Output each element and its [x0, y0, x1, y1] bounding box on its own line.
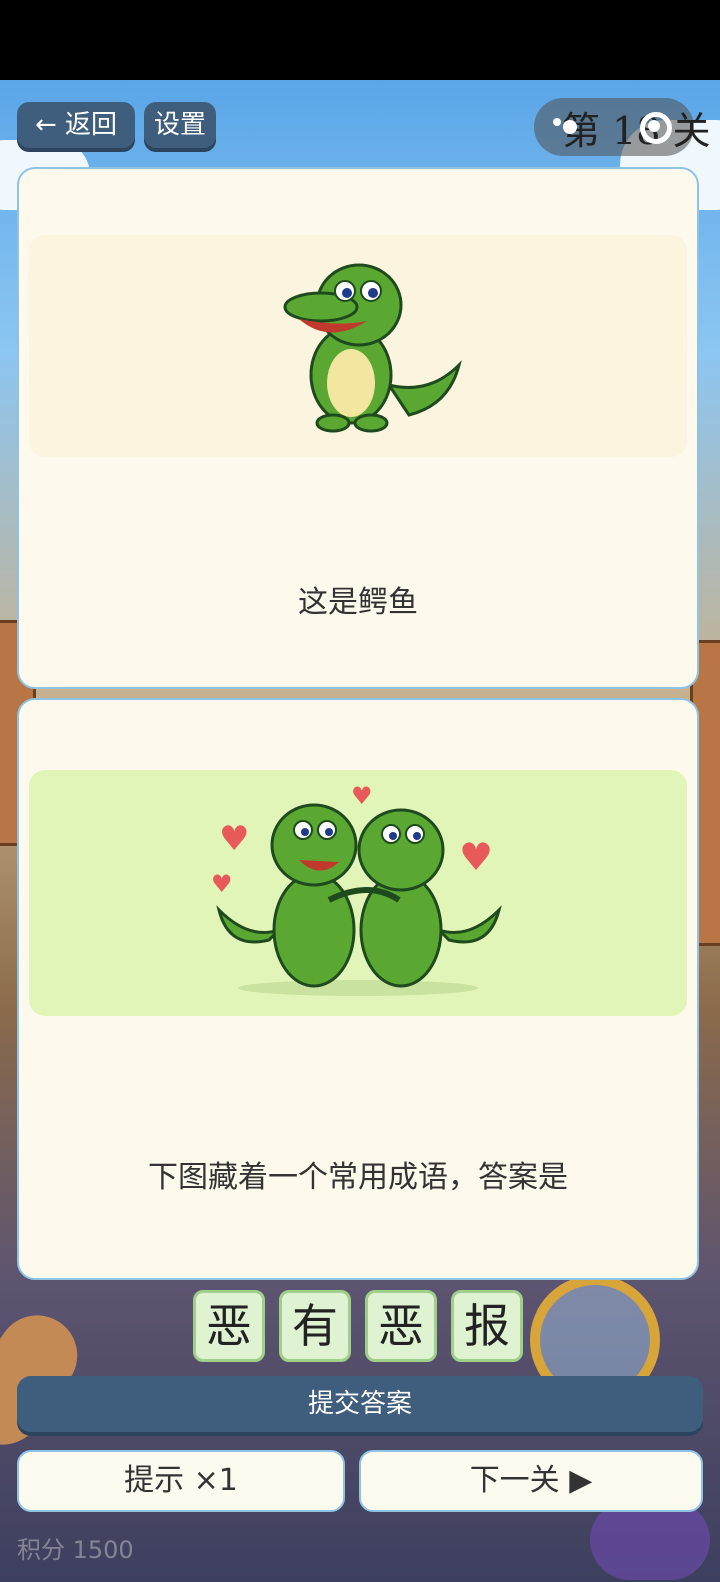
clue-caption: 这是鳄鱼 [298, 585, 418, 620]
flower-decoration [590, 1500, 710, 1580]
back-button[interactable]: ← 返回 [17, 102, 135, 148]
svg-text:♥: ♥ [211, 870, 233, 898]
level-indicator: 第 18 关 [562, 109, 711, 153]
answer-tile[interactable]: 恶 [193, 1290, 265, 1362]
next-level-button[interactable]: 下一关 ▶ [359, 1450, 703, 1512]
hint-button[interactable]: 提示 ×1 [17, 1450, 345, 1512]
puzzle-caption: 下图藏着一个常用成语，答案是 [148, 1160, 568, 1195]
more-dots-icon[interactable] [563, 120, 577, 134]
puzzle-card: ♥ ♥ ♥ ♥ 下图藏着一个常用成语，答案是 [17, 698, 699, 1280]
svg-text:♥: ♥ [351, 782, 373, 810]
answer-tile[interactable]: 有 [279, 1290, 351, 1362]
hugging-crocodiles-icon: ♥ ♥ ♥ ♥ [211, 782, 502, 996]
svg-text:♥: ♥ [219, 819, 249, 859]
clue-image [29, 235, 687, 457]
more-dots-icon[interactable] [553, 118, 561, 126]
submit-answer-button[interactable]: 提交答案 [17, 1376, 703, 1432]
svg-text:♥: ♥ [459, 835, 493, 879]
answer-tile[interactable]: 恶 [365, 1290, 437, 1362]
close-circle-dot-icon[interactable] [648, 120, 660, 132]
settings-button[interactable]: 设置 [144, 102, 216, 148]
puzzle-image: ♥ ♥ ♥ ♥ [29, 770, 687, 1016]
score-display: 积分 1500 [17, 1536, 134, 1564]
crocodile-icon [283, 263, 462, 433]
clue-card: 这是鳄鱼 [17, 167, 699, 689]
answer-tile[interactable]: 报 [451, 1290, 523, 1362]
